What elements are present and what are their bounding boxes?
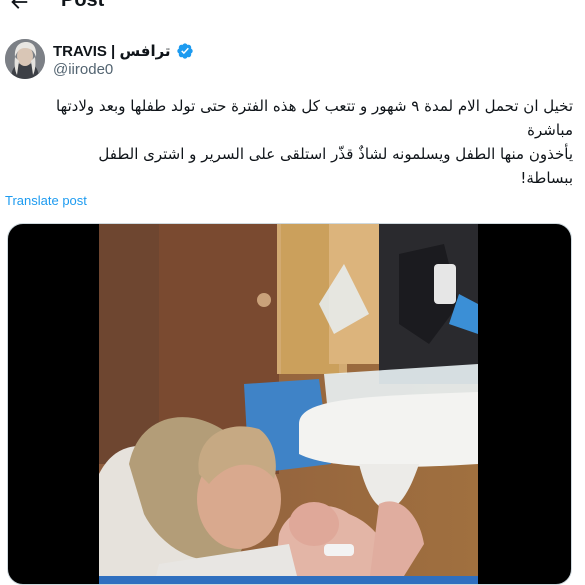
author-handle[interactable]: @iirode0: [53, 61, 113, 78]
verified-badge-icon: [176, 43, 193, 59]
post-line: يأخذون منها الطفل ويسلمونه لشاذٌ قذّر اس…: [98, 145, 573, 163]
post-line: مباشرة: [527, 121, 573, 139]
post-line: تخيل ان تحمل الام لمدة ٩ شهور و تتعب كل …: [56, 97, 573, 115]
post-line: ببساطة!: [520, 169, 573, 187]
page-title: Post: [61, 0, 105, 11]
top-bar: Post: [0, 0, 585, 14]
video-frame[interactable]: [99, 224, 478, 584]
post-text: تخيل ان تحمل الام لمدة ٩ شهور و تتعب كل …: [13, 94, 573, 190]
display-name[interactable]: TRAVIS | ترافس: [53, 42, 171, 60]
author-name-row: TRAVIS | ترافس: [53, 41, 194, 61]
translate-post-link[interactable]: Translate post: [5, 193, 87, 208]
arrow-left-icon[interactable]: [8, 0, 30, 13]
avatar[interactable]: [5, 39, 45, 79]
video-still-image: [99, 224, 478, 584]
post-video[interactable]: [7, 223, 572, 585]
